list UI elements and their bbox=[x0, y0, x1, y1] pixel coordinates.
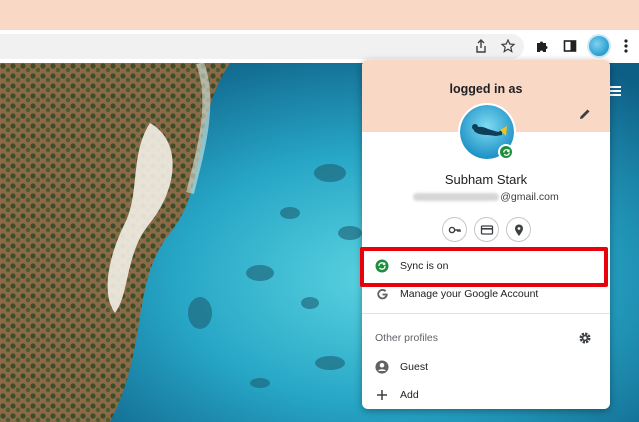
hamburger-menu-icon[interactable] bbox=[608, 84, 622, 98]
share-icon[interactable] bbox=[470, 35, 492, 57]
popup-title: logged in as bbox=[449, 82, 523, 96]
kebab-menu-icon[interactable] bbox=[615, 35, 637, 57]
email-redacted bbox=[413, 193, 500, 202]
pencil-icon[interactable] bbox=[578, 107, 592, 121]
tab-strip bbox=[0, 0, 639, 30]
star-icon[interactable] bbox=[497, 35, 519, 57]
sync-badge-icon bbox=[498, 144, 514, 160]
user-email: @gmail.com bbox=[362, 191, 610, 203]
side-panel-icon[interactable] bbox=[559, 35, 581, 57]
profile-menu: logged in as Subham Stark @gmail.com Syn… bbox=[362, 60, 610, 409]
guest-profile-item[interactable]: Guest bbox=[362, 353, 610, 381]
passwords-button[interactable] bbox=[442, 217, 467, 242]
toolbar bbox=[0, 30, 639, 63]
person-icon bbox=[375, 360, 389, 374]
google-g-icon bbox=[375, 287, 389, 301]
add-label: Add bbox=[400, 389, 419, 401]
divider bbox=[362, 313, 610, 314]
other-profiles-heading: Other profiles bbox=[375, 332, 439, 344]
email-domain: @gmail.com bbox=[500, 191, 559, 203]
addresses-button[interactable] bbox=[506, 217, 531, 242]
location-icon bbox=[514, 224, 523, 236]
card-icon bbox=[480, 224, 493, 235]
add-profile-item[interactable]: Add bbox=[362, 381, 610, 409]
plus-icon bbox=[375, 388, 389, 402]
annotation-highlight-box bbox=[360, 247, 608, 287]
avatar[interactable] bbox=[587, 34, 611, 58]
manage-account-label: Manage your Google Account bbox=[400, 288, 539, 300]
guest-label: Guest bbox=[400, 361, 429, 373]
user-name: Subham Stark bbox=[444, 172, 528, 187]
puzzle-icon[interactable] bbox=[531, 35, 553, 57]
payment-methods-button[interactable] bbox=[474, 217, 499, 242]
key-icon bbox=[448, 226, 461, 233]
gear-icon[interactable] bbox=[578, 331, 592, 345]
address-bar[interactable] bbox=[0, 34, 524, 59]
